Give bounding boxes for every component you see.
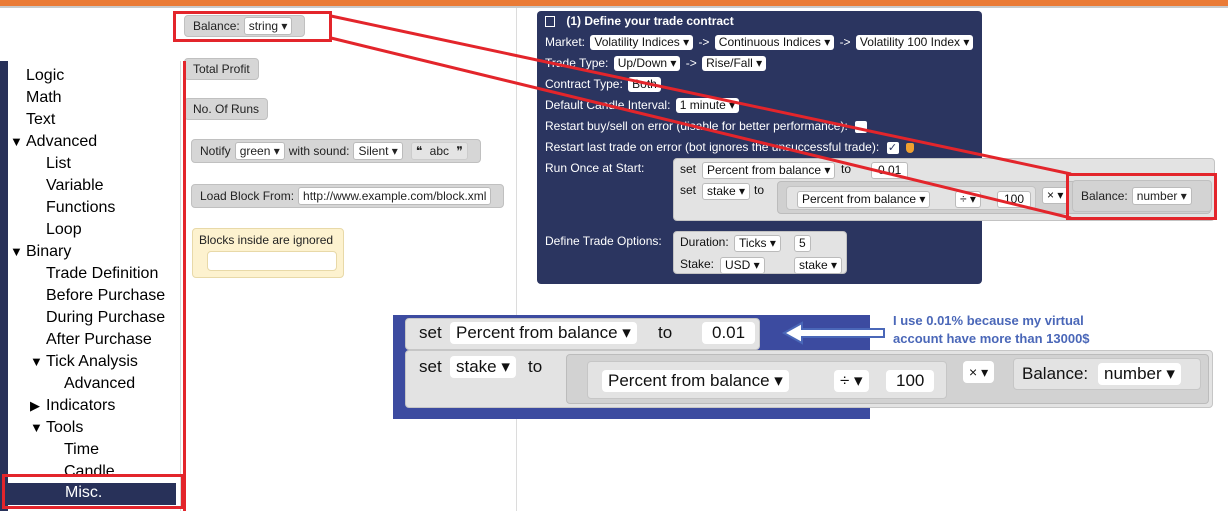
highlight-balance-string — [173, 11, 332, 42]
highlight-toolbox-edge — [181, 61, 186, 511]
highlight-misc — [2, 474, 184, 509]
highlight-balance-number — [1066, 173, 1217, 220]
